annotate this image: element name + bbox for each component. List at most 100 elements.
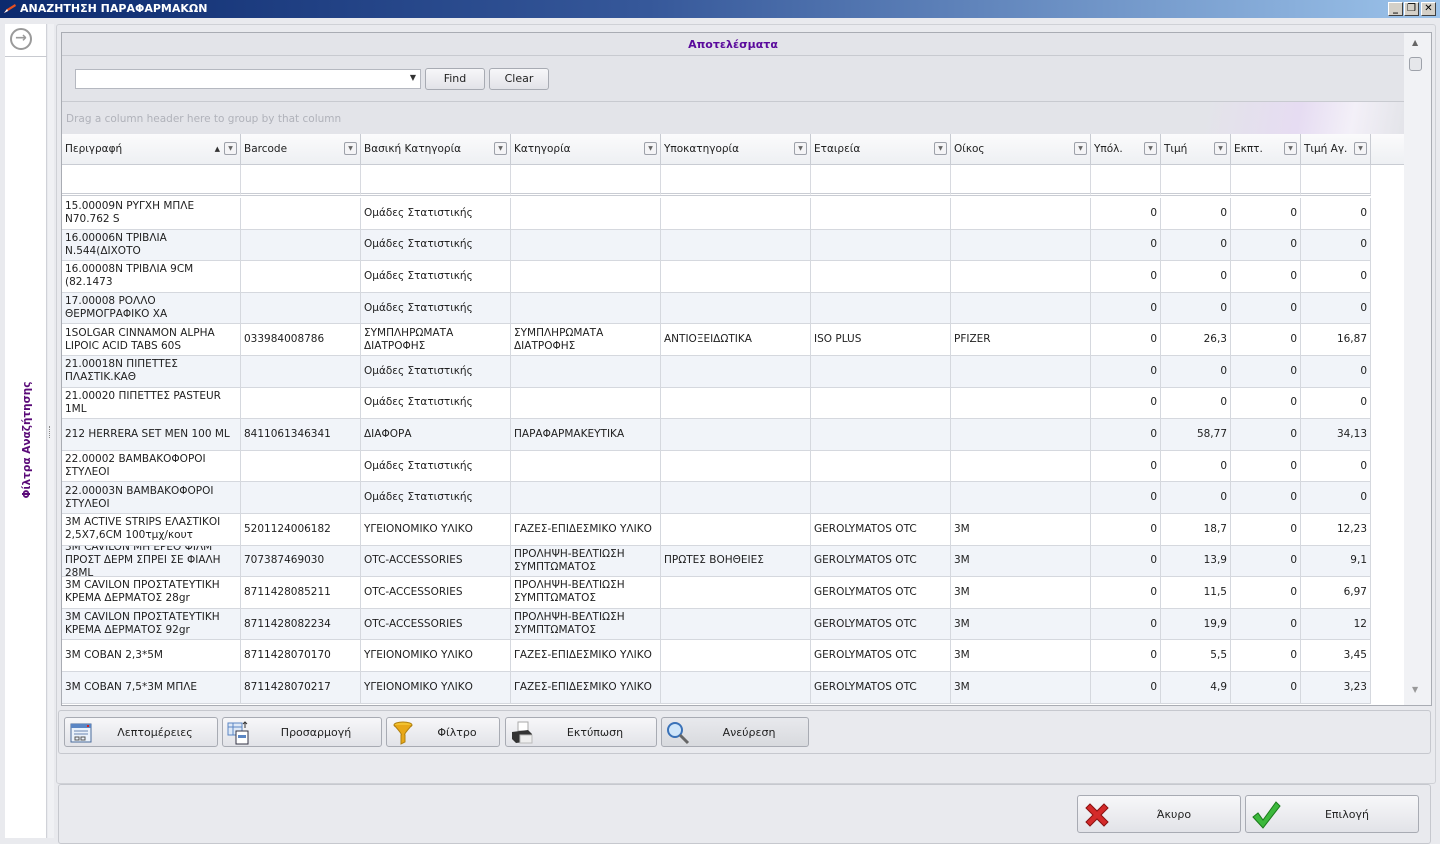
table-row[interactable]: 17.00008 ΡΟΛΛΟ ΘΕΡΜΟΓΡΑΦΙΚΟ ΧΑ Ομάδες Στα… (62, 292, 1371, 325)
table-row[interactable]: 16.00006Ν ΤΡΙΒΛΙΑ Ν.544(ΔΙΧΟΤΟ Ομάδες Στα… (62, 229, 1371, 262)
column-header[interactable]: Τιμή Αγ. ▼ (1301, 134, 1371, 165)
table-cell: Ομάδες Στατιστικής (361, 450, 511, 482)
restore-button[interactable]: ❐ (1404, 2, 1419, 16)
auto-filter-cell[interactable] (661, 165, 811, 196)
column-filter-dropdown-icon[interactable]: ▼ (644, 142, 657, 155)
group-by-panel[interactable]: Drag a column header here to group by th… (62, 101, 1404, 134)
group-by-hint: Drag a column header here to group by th… (66, 113, 342, 125)
column-header-label: Βασική Κατηγορία (364, 143, 462, 155)
splitter-grip[interactable] (49, 426, 52, 438)
table-cell: 0 (1161, 387, 1231, 419)
table-cell: 0 (1091, 672, 1161, 703)
select-button[interactable]: Επιλογή (1245, 795, 1419, 833)
column-filter-dropdown-icon[interactable]: ▼ (794, 142, 807, 155)
minimize-button[interactable]: _ (1388, 2, 1403, 16)
clear-button[interactable]: Clear (489, 68, 549, 90)
table-cell: 12 (1301, 608, 1371, 640)
table-cell (241, 292, 361, 324)
table-cell (661, 356, 811, 387)
auto-filter-cell[interactable] (62, 165, 241, 196)
customize-button[interactable]: Προσαρμογή (222, 717, 382, 747)
arrow-right-circle-icon[interactable]: → (10, 28, 32, 50)
table-cell: 3M (951, 514, 1091, 545)
vertical-scrollbar[interactable] (1404, 33, 1431, 705)
table-cell: ΠΡΟΛΗΨΗ-ΒΕΛΤΙΩΣΗ ΣΥΜΠΤΩΜΑΤΟΣ (511, 608, 661, 640)
auto-filter-cell[interactable] (811, 165, 951, 196)
table-cell: 15.00009Ν ΡΥΓΧΗ ΜΠΛΕ Ν70.762 S (62, 198, 241, 229)
column-filter-dropdown-icon[interactable]: ▼ (1074, 142, 1087, 155)
table-row[interactable]: 15.00009Ν ΡΥΓΧΗ ΜΠΛΕ Ν70.762 S Ομάδες Στα… (62, 198, 1371, 230)
table-row[interactable]: 3M COBAN 2,3*5M 8711428070170 ΥΓΕΙΟΝΟΜΙΚΟ … (62, 640, 1371, 672)
table-row[interactable]: 21.00020 ΠΙΠΕΤΤΕΣ PASTEUR 1ML Ομάδες Στατ… (62, 387, 1371, 420)
results-table: Περιγραφή ▲ ▼ Barcode ▼ Βασική Κατηγορία ▼ Κατη… (62, 134, 1404, 705)
column-filter-dropdown-icon[interactable]: ▼ (934, 142, 947, 155)
column-header[interactable]: Βασική Κατηγορία ▼ (361, 134, 511, 165)
auto-filter-cell[interactable] (511, 165, 661, 196)
column-header[interactable]: Περιγραφή ▲ ▼ (62, 134, 241, 165)
column-header-label: Εκπτ. (1234, 143, 1263, 155)
table-cell: 0 (1301, 229, 1371, 261)
column-filter-dropdown-icon[interactable]: ▼ (1214, 142, 1227, 155)
table-cell: 3M (951, 577, 1091, 608)
cancel-button[interactable]: Άκυρο (1077, 795, 1241, 833)
column-filter-dropdown-icon[interactable]: ▼ (224, 142, 237, 155)
details-button[interactable]: Λεπτομέρειες (64, 717, 218, 747)
column-header[interactable]: Οίκος ▼ (951, 134, 1091, 165)
table-cell (241, 482, 361, 513)
search-combo[interactable]: ▼ (75, 69, 421, 89)
find-button[interactable]: Find (425, 68, 485, 90)
chevron-down-icon[interactable]: ▼ (410, 73, 416, 82)
table-row[interactable]: 22.00003Ν ΒΑΜΒΑΚΟΦΟΡΟΙ ΣΤΥΛΕΟΙ Ομάδες Στα… (62, 482, 1371, 514)
table-row[interactable]: 22.00002 ΒΑΜΒΑΚΟΦΟΡΟΙ ΣΤΥΛΕΟΙ Ομάδες Στατ… (62, 450, 1371, 483)
column-filter-dropdown-icon[interactable]: ▼ (1354, 142, 1367, 155)
column-header[interactable]: Υπόλ. ▼ (1091, 134, 1161, 165)
table-cell: ΔΙΑΦΟΡΑ (361, 419, 511, 450)
auto-filter-cell[interactable] (1301, 165, 1371, 196)
column-header[interactable]: Εκπτ. ▼ (1231, 134, 1301, 165)
table-cell: 0 (1301, 356, 1371, 387)
table-row[interactable]: 3M COBAN 7,5*3M ΜΠΛΕ 8711428070217 ΥΓΕΙΟΝΟ… (62, 672, 1371, 704)
column-header[interactable]: Υποκατηγορία ▼ (661, 134, 811, 165)
column-filter-dropdown-icon[interactable]: ▼ (1284, 142, 1297, 155)
auto-filter-cell[interactable] (1161, 165, 1231, 196)
close-button[interactable]: ✕ (1421, 2, 1436, 16)
auto-filter-cell[interactable] (361, 165, 511, 196)
table-cell: 0 (1091, 545, 1161, 577)
column-header[interactable]: Εταιρεία ▼ (811, 134, 951, 165)
table-cell: Ομάδες Στατιστικής (361, 229, 511, 261)
column-header[interactable]: Κατηγορία ▼ (511, 134, 661, 165)
table-row[interactable]: 212 HERRERA SET MEN 100 ML 8411061346341 Δ… (62, 419, 1371, 451)
locate-button[interactable]: Ανεύρεση (661, 717, 809, 747)
table-cell: GEROLYMATOS OTC (811, 577, 951, 608)
auto-filter-cell[interactable] (1091, 165, 1161, 196)
column-header[interactable]: Barcode ▼ (241, 134, 361, 165)
table-row[interactable]: 16.00008Ν ΤΡΙΒΛΙΑ 9CM (82.1473 Ομάδες Στα… (62, 261, 1371, 293)
column-filter-dropdown-icon[interactable]: ▼ (344, 142, 357, 155)
column-filter-dropdown-icon[interactable]: ▼ (494, 142, 507, 155)
table-cell (661, 640, 811, 671)
table-row[interactable]: 21.00018Ν ΠΙΠΕΤΤΕΣ ΠΛΑΣΤΙΚ.ΚΑΘ Ομάδες Στα… (62, 356, 1371, 388)
table-cell: ΠΡΩΤΕΣ ΒΟΗΘΕΙΕΣ (661, 545, 811, 577)
scroll-up-icon[interactable]: ▲ (1412, 38, 1418, 47)
table-row[interactable]: 3M CAVILON ΠΡΟΣΤΑΤΕΥΤΙΚΗ ΚΡΕΜΑ ΔΕΡΜΑΤΟΣ … (62, 608, 1371, 641)
auto-filter-cell[interactable] (1231, 165, 1301, 196)
column-header[interactable]: Τιμή ▼ (1161, 134, 1231, 165)
table-cell (951, 261, 1091, 292)
table-row[interactable]: 3M CAVILON ΜΗ ΕΡΕΘ ΦΙΛΜ ΠΡΟΣΤ ΔΕΡΜ ΣΠΡΕΙ… (62, 545, 1371, 578)
print-button[interactable]: Εκτύπωση (505, 717, 657, 747)
table-cell: 0 (1091, 419, 1161, 450)
auto-filter-cell[interactable] (951, 165, 1091, 196)
auto-filter-cell[interactable] (241, 165, 361, 196)
sort-ascending-icon[interactable]: ▲ (215, 134, 220, 165)
table-row[interactable]: 3M ACTIVE STRIPS ΕΛΑΣΤΙΚΟΙ 2,5X7,6CM 100… (62, 514, 1371, 546)
table-row[interactable]: 1SOLGAR CINNAMON ALPHA LIPOIC ACID TABS … (62, 324, 1371, 356)
scroll-down-icon[interactable]: ▼ (1412, 685, 1418, 694)
filter-button[interactable]: Φίλτρο (386, 717, 500, 747)
search-filters-label[interactable]: Φίλτρα Αναζήτησης (21, 370, 35, 510)
scroll-thumb[interactable] (1409, 57, 1422, 71)
table-cell (811, 356, 951, 387)
column-filter-dropdown-icon[interactable]: ▼ (1144, 142, 1157, 155)
table-cell: 3M (951, 608, 1091, 640)
table-cell: 0 (1091, 450, 1161, 482)
table-row[interactable]: 3M CAVILON ΠΡΟΣΤΑΤΕΥΤΙΚΗ ΚΡΕΜΑ ΔΕΡΜΑΤΟΣ … (62, 577, 1371, 609)
